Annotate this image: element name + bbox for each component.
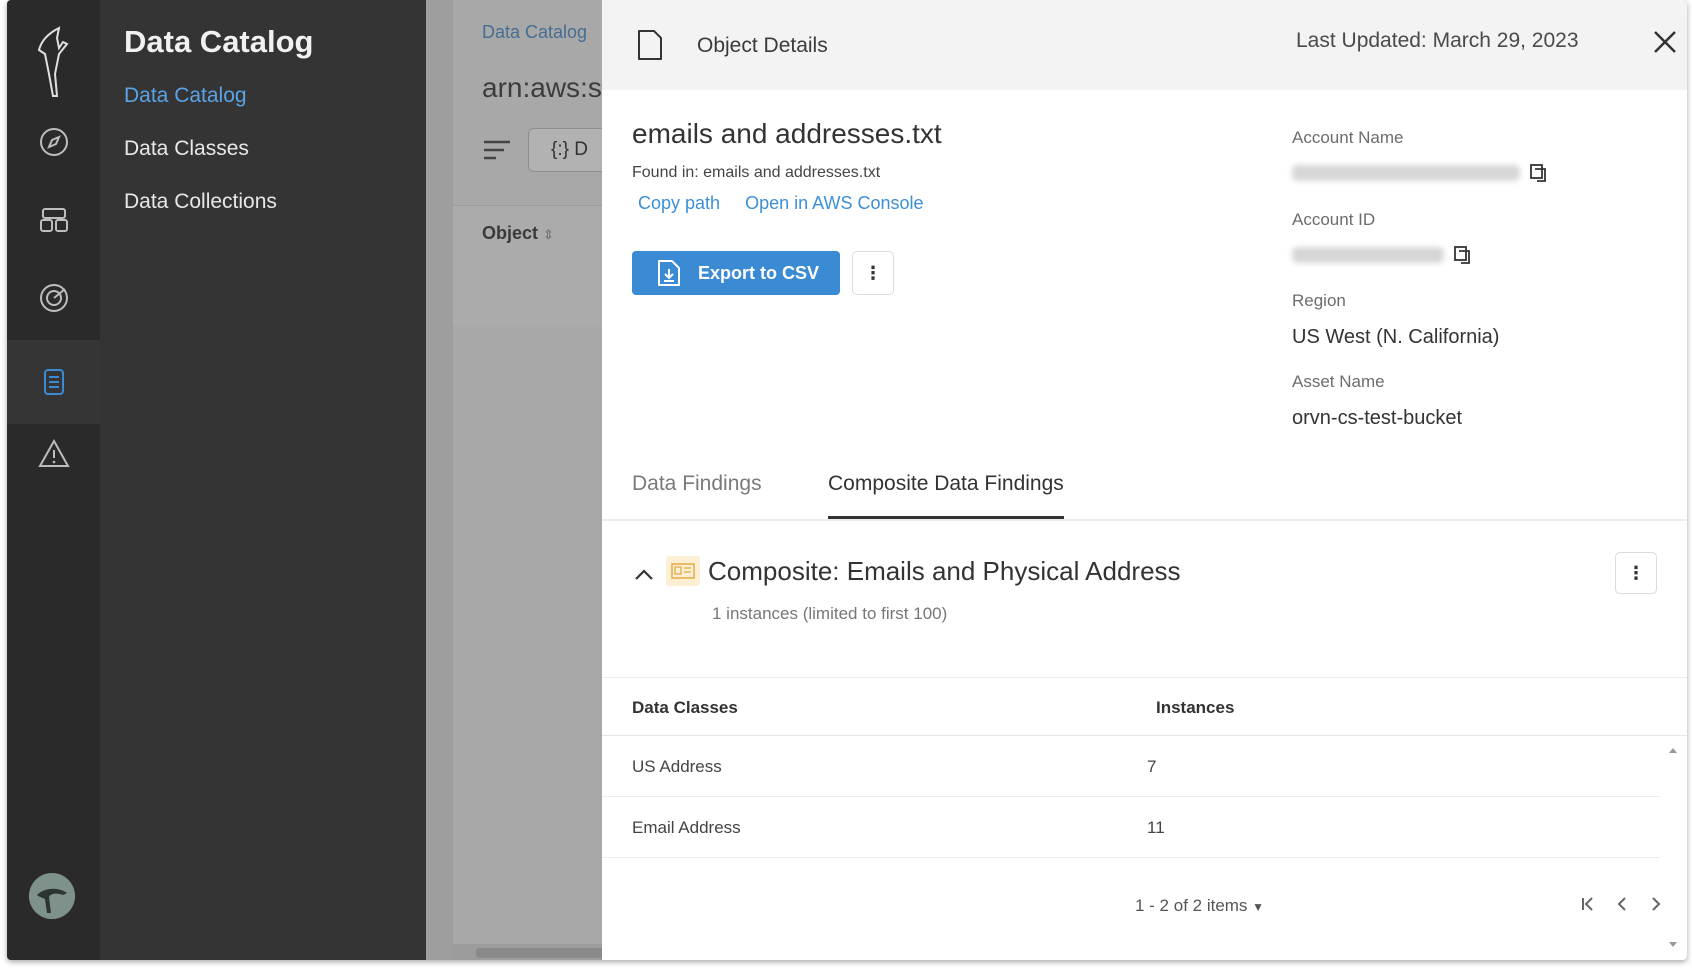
- last-updated: Last Updated: March 29, 2023: [1296, 29, 1579, 52]
- copy-icon[interactable]: [1529, 163, 1547, 183]
- copy-icon[interactable]: [1453, 245, 1471, 265]
- nav-compass[interactable]: [7, 100, 100, 184]
- app-window: Data Catalog Data Catalog Data Classes D…: [7, 0, 1687, 960]
- tab-data-findings[interactable]: Data Findings: [632, 472, 762, 516]
- nav-assets[interactable]: [7, 178, 100, 262]
- table-row[interactable]: Email Address 11: [602, 798, 1660, 858]
- sidebar-item-data-catalog[interactable]: Data Catalog: [124, 84, 247, 108]
- table-header: Data Classes Instances: [602, 677, 1687, 736]
- export-csv-label: Export to CSV: [698, 262, 820, 283]
- avatar[interactable]: [29, 873, 75, 919]
- background-vertical-scrollbar[interactable]: [426, 0, 453, 960]
- database-icon: [43, 369, 64, 395]
- account-name-value-redacted: [1292, 165, 1520, 181]
- breadcrumb[interactable]: Data Catalog: [482, 22, 587, 43]
- download-file-icon: [658, 260, 680, 286]
- avatar-image-icon: [29, 873, 75, 919]
- target-icon: [39, 284, 68, 312]
- findings-tabs: Data Findings Composite Data Findings: [602, 462, 1687, 521]
- close-icon[interactable]: [1651, 28, 1679, 56]
- pagination-summary: 1 - 2 of 2 items: [1135, 896, 1248, 915]
- table-vertical-scrollbar[interactable]: [1660, 738, 1687, 960]
- object-details-panel: Object Details Last Updated: March 29, 2…: [602, 0, 1687, 960]
- column-header-object[interactable]: Object ⇕: [482, 223, 554, 244]
- panel-title: Object Details: [697, 34, 828, 57]
- export-csv-button[interactable]: Export to CSV: [632, 251, 840, 295]
- column-header-instances[interactable]: Instances: [1156, 698, 1234, 718]
- composite-subtitle: 1 instances (limited to first 100): [712, 604, 948, 623]
- panel-header: Object Details Last Updated: March 29, 2…: [602, 0, 1687, 90]
- first-page-icon[interactable]: [1576, 892, 1600, 916]
- region-value: US West (N. California): [1292, 326, 1500, 348]
- composite-more-button[interactable]: ⋮: [1615, 552, 1657, 594]
- cell-instances: 7: [1147, 757, 1157, 776]
- sidebar-title: Data Catalog: [124, 24, 314, 59]
- column-header-data-classes[interactable]: Data Classes: [632, 698, 738, 718]
- column-header-label: Object: [482, 223, 539, 243]
- action-links: Copy path Open in AWS Console: [638, 193, 944, 214]
- table-row[interactable]: US Address 7: [602, 737, 1660, 797]
- caret-down-icon: ▼: [1252, 900, 1265, 914]
- previous-page-icon[interactable]: [1610, 892, 1634, 916]
- sidebar-item-data-classes[interactable]: Data Classes: [124, 137, 249, 161]
- id-card-icon: [666, 556, 700, 586]
- sort-lines-icon[interactable]: [482, 138, 512, 162]
- chevron-up-icon[interactable]: [632, 563, 656, 587]
- page-title: arn:aws:s: [482, 72, 602, 103]
- icon-rail: [7, 0, 100, 960]
- tab-composite-data-findings[interactable]: Composite Data Findings: [828, 472, 1064, 519]
- cell-instances: 11: [1147, 818, 1165, 837]
- nav-target[interactable]: [7, 256, 100, 340]
- assets-icon: [39, 208, 68, 232]
- copy-path-link[interactable]: Copy path: [638, 193, 720, 213]
- open-aws-console-link[interactable]: Open in AWS Console: [745, 193, 923, 213]
- more-actions-button[interactable]: ⋮: [852, 251, 894, 295]
- kebab-icon: ⋮: [864, 262, 882, 283]
- pagination-size-select[interactable]: 1 - 2 of 2 items ▼: [1135, 896, 1264, 916]
- cell-data-class: US Address: [632, 757, 722, 776]
- asset-name-value: orvn-cs-test-bucket: [1292, 407, 1463, 429]
- nav-alerts[interactable]: [7, 412, 100, 496]
- sidebar-item-data-collections[interactable]: Data Collections: [124, 190, 277, 214]
- next-page-icon[interactable]: [1644, 892, 1668, 916]
- account-id-label: Account ID: [1292, 210, 1376, 229]
- cell-data-class: Email Address: [632, 818, 741, 837]
- composite-title: Composite: Emails and Physical Address: [708, 556, 1181, 586]
- warning-icon: [37, 438, 70, 467]
- asset-name-label: Asset Name: [1292, 372, 1385, 391]
- document-icon: [638, 30, 662, 60]
- sidebar: Data Catalog Data Catalog Data Classes D…: [100, 0, 426, 960]
- logo-icon[interactable]: [29, 24, 79, 100]
- kebab-icon: ⋮: [1627, 562, 1645, 583]
- found-in: Found in: emails and addresses.txt: [632, 164, 881, 181]
- account-name-label: Account Name: [1292, 128, 1404, 147]
- region-label: Region: [1292, 291, 1346, 310]
- compass-icon: [39, 128, 68, 156]
- account-id-value-redacted: [1292, 247, 1444, 263]
- sort-icon: ⇕: [543, 227, 554, 242]
- file-name: emails and addresses.txt: [632, 118, 942, 149]
